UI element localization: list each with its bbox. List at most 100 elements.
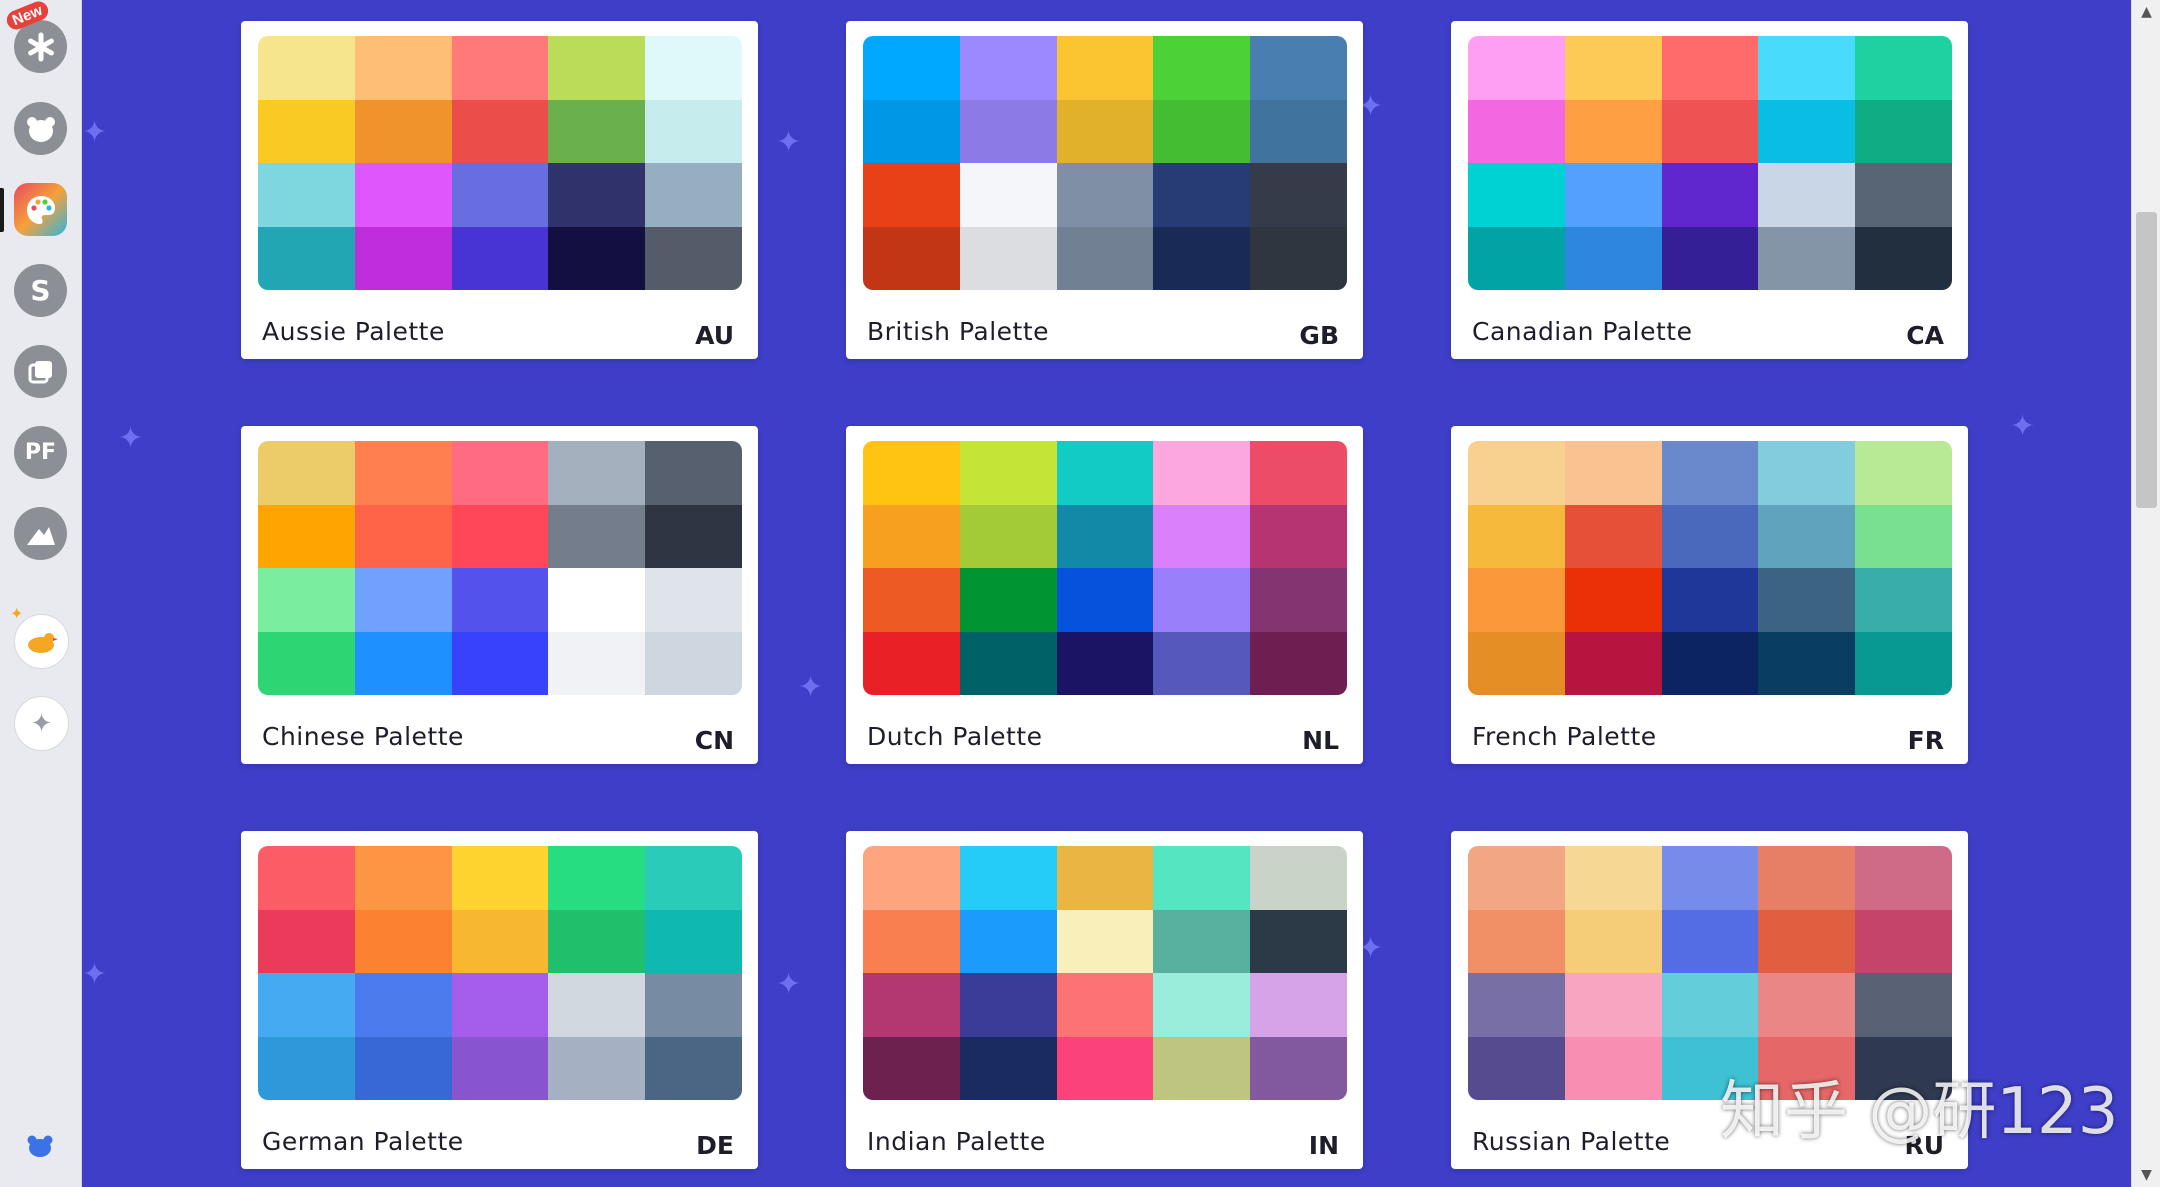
- color-swatch[interactable]: [548, 1036, 646, 1100]
- color-swatch[interactable]: [1661, 226, 1759, 290]
- color-swatch[interactable]: [645, 163, 742, 227]
- color-swatch[interactable]: [1564, 1036, 1662, 1100]
- color-swatch[interactable]: [258, 226, 355, 290]
- color-swatch[interactable]: [863, 631, 960, 695]
- color-swatch[interactable]: [548, 99, 646, 163]
- color-swatch[interactable]: [258, 568, 355, 632]
- color-swatch[interactable]: [1153, 973, 1251, 1037]
- palette-card-canadian[interactable]: Canadian Palette CA: [1451, 21, 1968, 359]
- color-swatch[interactable]: [1661, 973, 1759, 1037]
- color-swatch[interactable]: [1855, 163, 1952, 227]
- color-swatch[interactable]: [451, 909, 549, 973]
- color-swatch[interactable]: [1564, 226, 1662, 290]
- color-swatch[interactable]: [1855, 568, 1952, 632]
- color-swatch[interactable]: [645, 226, 742, 290]
- color-swatch[interactable]: [1250, 504, 1347, 568]
- color-swatch[interactable]: [1661, 846, 1759, 910]
- color-swatch[interactable]: [1855, 631, 1952, 695]
- color-swatch[interactable]: [1250, 1036, 1347, 1100]
- color-swatch[interactable]: [1056, 846, 1154, 910]
- color-swatch[interactable]: [1564, 568, 1662, 632]
- color-swatch[interactable]: [1468, 99, 1565, 163]
- color-swatch[interactable]: [863, 568, 960, 632]
- color-swatch[interactable]: [863, 226, 960, 290]
- color-swatch[interactable]: [645, 1036, 742, 1100]
- color-swatch[interactable]: [1056, 631, 1154, 695]
- color-swatch[interactable]: [645, 846, 742, 910]
- color-swatch[interactable]: [1758, 568, 1856, 632]
- color-swatch[interactable]: [1855, 99, 1952, 163]
- color-swatch[interactable]: [1758, 504, 1856, 568]
- color-swatch[interactable]: [258, 1036, 355, 1100]
- color-swatch[interactable]: [1564, 99, 1662, 163]
- color-swatch[interactable]: [1564, 973, 1662, 1037]
- color-swatch[interactable]: [1056, 568, 1154, 632]
- color-swatch[interactable]: [451, 973, 549, 1037]
- bear-app-icon[interactable]: [14, 102, 67, 155]
- color-swatch[interactable]: [645, 36, 742, 100]
- color-swatch[interactable]: [1661, 99, 1759, 163]
- color-swatch[interactable]: [1855, 441, 1952, 505]
- color-swatch[interactable]: [863, 163, 960, 227]
- color-swatch[interactable]: [354, 504, 452, 568]
- color-swatch[interactable]: [354, 973, 452, 1037]
- color-swatch[interactable]: [548, 568, 646, 632]
- color-swatch[interactable]: [1661, 568, 1759, 632]
- color-swatch[interactable]: [959, 631, 1057, 695]
- color-swatch[interactable]: [1468, 846, 1565, 910]
- color-swatch[interactable]: [258, 441, 355, 505]
- color-swatch[interactable]: [863, 1036, 960, 1100]
- color-swatch[interactable]: [1250, 226, 1347, 290]
- color-swatch[interactable]: [1758, 973, 1856, 1037]
- vertical-scrollbar[interactable]: ▲ ▼: [2131, 0, 2160, 1187]
- color-swatch[interactable]: [1468, 568, 1565, 632]
- color-swatch[interactable]: [354, 846, 452, 910]
- color-swatch[interactable]: [1855, 504, 1952, 568]
- color-swatch[interactable]: [258, 909, 355, 973]
- color-swatch[interactable]: [354, 36, 452, 100]
- color-swatch[interactable]: [451, 846, 549, 910]
- scroll-down-arrow-icon[interactable]: ▼: [2132, 1163, 2160, 1187]
- color-swatch[interactable]: [959, 909, 1057, 973]
- color-swatch[interactable]: [451, 504, 549, 568]
- color-swatch[interactable]: [1250, 631, 1347, 695]
- scrollbar-thumb[interactable]: [2136, 212, 2157, 508]
- color-swatch[interactable]: [1855, 909, 1952, 973]
- color-swatch[interactable]: [548, 36, 646, 100]
- color-swatch[interactable]: [1758, 99, 1856, 163]
- color-swatch[interactable]: [1250, 973, 1347, 1037]
- color-swatch[interactable]: [1056, 36, 1154, 100]
- sparkle-add-icon[interactable]: ✦: [14, 696, 69, 751]
- palette-app-icon[interactable]: [14, 183, 67, 236]
- color-swatch[interactable]: [959, 441, 1057, 505]
- color-swatch[interactable]: [1564, 441, 1662, 505]
- color-swatch[interactable]: [1564, 846, 1662, 910]
- color-swatch[interactable]: [354, 99, 452, 163]
- color-swatch[interactable]: [1250, 909, 1347, 973]
- color-swatch[interactable]: [1468, 909, 1565, 973]
- color-swatch[interactable]: [548, 163, 646, 227]
- color-swatch[interactable]: [645, 973, 742, 1037]
- color-swatch[interactable]: [1250, 163, 1347, 227]
- color-swatch[interactable]: [451, 99, 549, 163]
- color-swatch[interactable]: [1056, 226, 1154, 290]
- color-swatch[interactable]: [1250, 441, 1347, 505]
- color-swatch[interactable]: [1758, 846, 1856, 910]
- color-swatch[interactable]: [959, 1036, 1057, 1100]
- color-swatch[interactable]: [1855, 36, 1952, 100]
- color-swatch[interactable]: [1153, 1036, 1251, 1100]
- color-swatch[interactable]: [451, 631, 549, 695]
- color-swatch[interactable]: [1468, 226, 1565, 290]
- color-swatch[interactable]: [1250, 846, 1347, 910]
- color-swatch[interactable]: [1153, 568, 1251, 632]
- color-swatch[interactable]: [258, 846, 355, 910]
- color-swatch[interactable]: [354, 631, 452, 695]
- color-swatch[interactable]: [959, 226, 1057, 290]
- color-swatch[interactable]: [354, 163, 452, 227]
- color-swatch[interactable]: [1056, 163, 1154, 227]
- palette-card-german[interactable]: German Palette DE: [241, 831, 758, 1169]
- palette-card-chinese[interactable]: Chinese Palette CN: [241, 426, 758, 764]
- color-swatch[interactable]: [1250, 568, 1347, 632]
- color-swatch[interactable]: [548, 226, 646, 290]
- color-swatch[interactable]: [1564, 909, 1662, 973]
